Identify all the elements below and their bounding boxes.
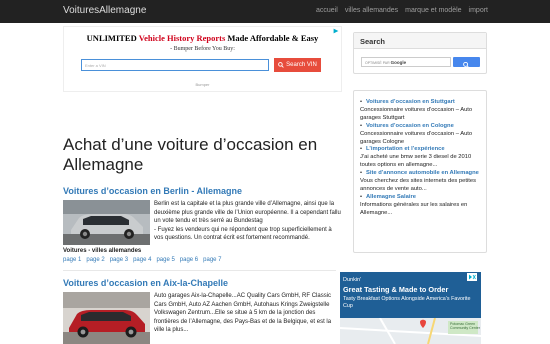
list-item: Voitures d’occasion en Stuttgart bbox=[360, 99, 484, 107]
search-panel: Search OPTIMISÉ PAR Google bbox=[353, 32, 487, 74]
page-title: Achat d’une voiture d’occasion en Allema… bbox=[63, 135, 318, 174]
list-item-text: J’ai acheté une bmw serie 3 diesel de 20… bbox=[360, 154, 472, 169]
list-item-link[interactable]: Allemagne Salaire bbox=[366, 194, 484, 202]
page-link[interactable]: page 4 bbox=[133, 257, 151, 263]
nav-link-marque[interactable]: marque et modèle bbox=[405, 7, 461, 14]
ad-footer-brand: Bumper bbox=[195, 82, 210, 87]
list-item-text: Informations générales sur les salaires … bbox=[360, 201, 468, 216]
list-item: Voitures d’occasion en Cologne bbox=[360, 123, 484, 131]
map-label: Potomac Green Community Center bbox=[450, 322, 480, 331]
site-brand[interactable]: VoituresAllemagne bbox=[63, 5, 146, 16]
search-icon bbox=[278, 62, 284, 68]
car-thumbnail-berlin[interactable] bbox=[63, 200, 150, 245]
ad-headline: UNLIMITED Vehicle History Reports Made A… bbox=[86, 33, 319, 43]
thumbnail-caption: Voitures - villes allemandes bbox=[63, 248, 142, 254]
list-item: Site d’annonce automobile en Allemagne bbox=[360, 170, 484, 178]
ad-description: Tasty Breakfast Options Alongside Americ… bbox=[343, 296, 471, 309]
car-thumbnail-aix[interactable] bbox=[63, 292, 150, 344]
nav-links: accueil villes allemandes marque et modè… bbox=[316, 7, 488, 14]
page-link[interactable]: page 5 bbox=[156, 257, 174, 263]
page-link[interactable]: page 3 bbox=[110, 257, 128, 263]
search-icon bbox=[463, 61, 469, 68]
google-search-button[interactable] bbox=[453, 57, 480, 68]
vin-input[interactable]: Enter a VIN bbox=[81, 59, 269, 71]
dunkin-ad[interactable]: Dunkin' Great Tasting & Made to Order Ta… bbox=[336, 268, 482, 344]
list-item-link[interactable]: Voitures d’occasion en Stuttgart bbox=[366, 99, 484, 107]
divider bbox=[63, 270, 342, 271]
search-vin-button[interactable]: Search VIN bbox=[274, 58, 321, 72]
nav-link-villes[interactable]: villes allemandes bbox=[345, 7, 398, 14]
popular-posts-list: Voitures d’occasion en Stuttgart Concess… bbox=[360, 99, 484, 218]
list-item: Allemagne Salaire bbox=[360, 194, 484, 202]
ad-brand: Dunkin' bbox=[343, 277, 362, 283]
search-panel-heading: Search bbox=[354, 33, 486, 49]
list-item-text: Vous cherchez des sites internets des pe… bbox=[360, 178, 477, 192]
article-text-berlin: Berlin est la capitale et la plus grande… bbox=[154, 201, 341, 242]
article-title-aix[interactable]: Voitures d’occasion en Aix-la-Chapelle bbox=[63, 278, 228, 288]
page-link[interactable]: page 6 bbox=[180, 257, 198, 263]
nav-link-accueil[interactable]: accueil bbox=[316, 7, 338, 14]
ad-headline: Great Tasting & Made to Order bbox=[343, 285, 449, 294]
list-item-link[interactable]: Site d’annonce automobile en Allemagne bbox=[366, 170, 484, 178]
list-item-link[interactable]: Voitures d’occasion en Cologne bbox=[366, 123, 484, 131]
nav-link-import[interactable]: import bbox=[469, 7, 488, 14]
list-item-text: Concessionnaire voitures d’occasion – Au… bbox=[360, 130, 473, 145]
ad-map[interactable]: Potomac Green Community Center bbox=[339, 317, 482, 344]
page-link[interactable]: page 7 bbox=[203, 257, 221, 263]
list-item-link[interactable]: L’importation et l’expérience bbox=[366, 146, 484, 154]
page-link[interactable]: page 2 bbox=[86, 257, 104, 263]
ad-choices-icon[interactable] bbox=[467, 273, 477, 281]
pagination: page 1 page 2 page 3 page 4 page 5 page … bbox=[63, 257, 222, 263]
ad-subtitle: - Bumper Before You Buy: bbox=[170, 46, 235, 52]
list-item-text: Concessionnaire voitures d’occasion – Au… bbox=[360, 106, 473, 121]
vin-ad-banner[interactable]: UNLIMITED Vehicle History Reports Made A… bbox=[63, 26, 342, 92]
article-title-berlin[interactable]: Voitures d’occasion en Berlin - Allemagn… bbox=[63, 186, 242, 196]
page-link[interactable]: page 1 bbox=[63, 257, 81, 263]
list-item: L’importation et l’expérience bbox=[360, 146, 484, 154]
top-navbar: VoituresAllemagne accueil villes alleman… bbox=[0, 0, 550, 23]
dunkin-ad-panel[interactable]: Dunkin' Great Tasting & Made to Order Ta… bbox=[339, 272, 482, 344]
google-search-input[interactable]: OPTIMISÉ PAR Google bbox=[361, 57, 451, 67]
article-text-aix: Auto garages Aix-la-Chapelle...AC Qualit… bbox=[154, 293, 332, 334]
